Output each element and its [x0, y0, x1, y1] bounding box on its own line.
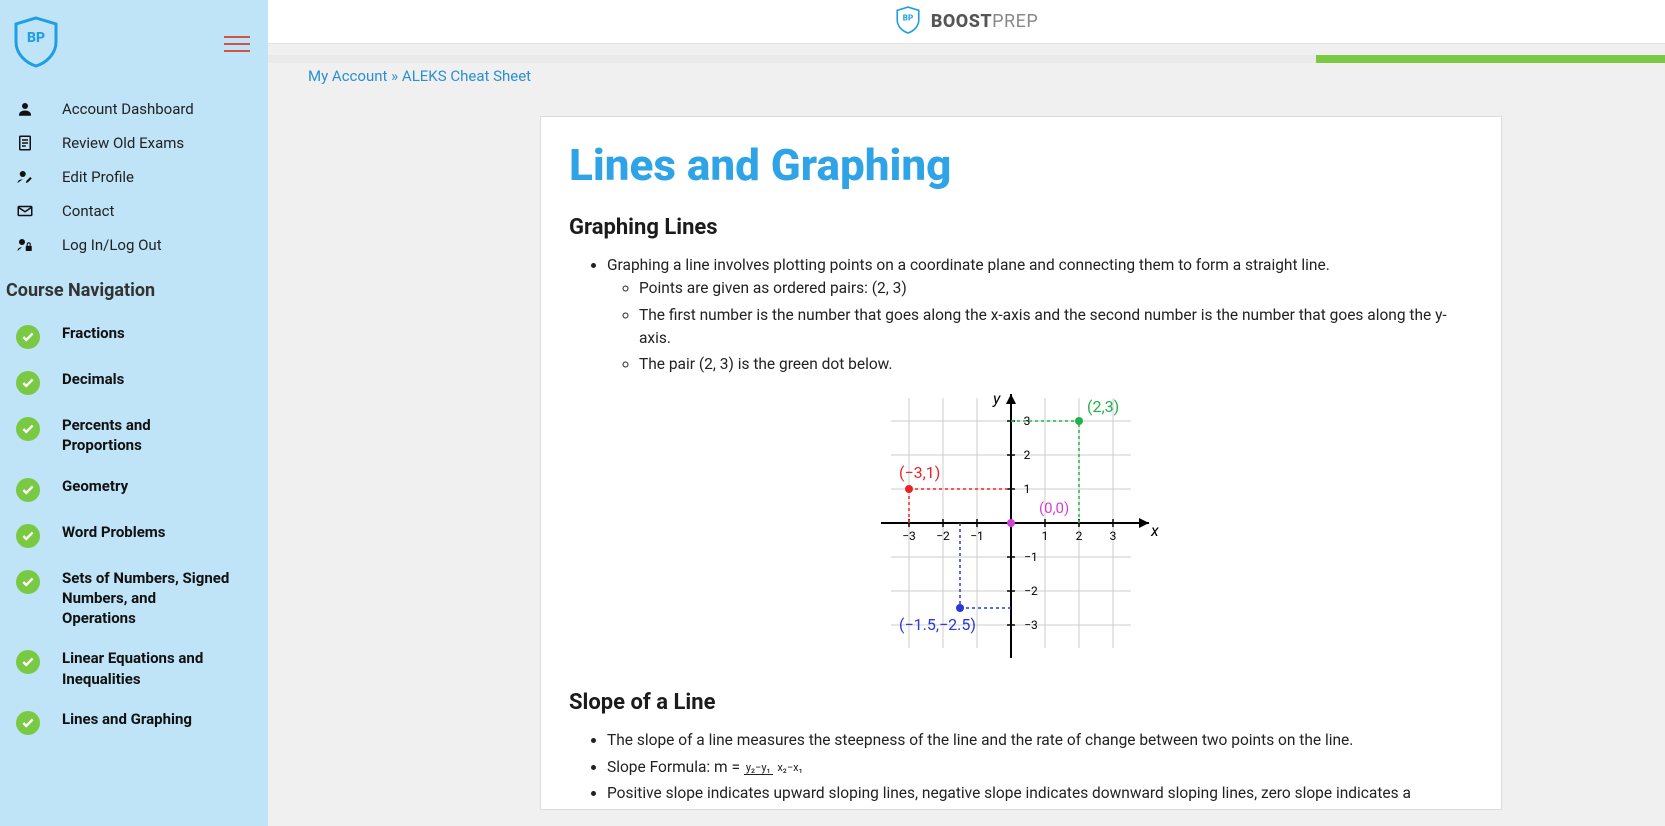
- course-item-fractions[interactable]: Fractions: [0, 313, 268, 359]
- section-heading-graphing-lines: Graphing Lines: [569, 215, 1473, 240]
- check-icon: [16, 711, 40, 735]
- nav-label: Edit Profile: [62, 168, 134, 186]
- check-icon: [16, 650, 40, 674]
- course-label: Sets of Numbers, Signed Numbers, and Ope…: [62, 568, 232, 629]
- brand-prep: PREP: [992, 11, 1038, 32]
- breadcrumb-page[interactable]: ALEKS Cheat Sheet: [402, 67, 531, 85]
- menu-toggle-icon[interactable]: [224, 36, 250, 52]
- x-axis-label: x: [1150, 521, 1159, 540]
- topbar: BP BOOSTPREP: [268, 0, 1665, 44]
- tick: 3: [1110, 529, 1117, 543]
- nav-label: Contact: [62, 202, 114, 220]
- check-icon: [16, 371, 40, 395]
- logo-shield-icon: BP: [12, 16, 60, 72]
- sidebar: BP Account Dashboard Review Old Exams Ed…: [0, 0, 268, 826]
- brand-shield-icon: BP: [895, 6, 921, 38]
- breadcrumb: My Account » ALEKS Cheat Sheet: [308, 67, 531, 85]
- user-lock-icon: [16, 236, 34, 254]
- course-label: Word Problems: [62, 522, 166, 542]
- brand-text: BOOSTPREP: [931, 11, 1038, 32]
- nav-account-dashboard[interactable]: Account Dashboard: [0, 92, 268, 126]
- tick: 1: [1024, 482, 1031, 496]
- course-item-geometry[interactable]: Geometry: [0, 466, 268, 512]
- content-card: Lines and Graphing Graphing Lines Graphi…: [540, 116, 1502, 810]
- y-axis-label: y: [992, 389, 1001, 408]
- check-icon: [16, 325, 40, 349]
- course-item-lines-graphing[interactable]: Lines and Graphing: [0, 699, 268, 745]
- slope-num: y₂−y₁: [744, 761, 773, 775]
- list-item: Positive slope indicates upward sloping …: [607, 782, 1473, 810]
- nav-contact[interactable]: Contact: [0, 194, 268, 228]
- coordinate-graph: x y −3 −2 −1 1 2 3 3 2 1 −1 −2 −3: [569, 388, 1473, 678]
- slope-formula-prefix: Slope Formula: m =: [607, 758, 744, 776]
- tick: 1: [1042, 529, 1049, 543]
- nav-label: Log In/Log Out: [62, 236, 162, 254]
- nav-edit-profile[interactable]: Edit Profile: [0, 160, 268, 194]
- svg-text:BP: BP: [27, 30, 45, 46]
- origin-label: (0,0): [1039, 499, 1069, 517]
- tick: −1: [1024, 550, 1038, 564]
- course-item-word-problems[interactable]: Word Problems: [0, 512, 268, 558]
- course-item-linear-equations[interactable]: Linear Equations and Inequalities: [0, 638, 268, 699]
- check-icon: [16, 417, 40, 441]
- breadcrumb-my-account[interactable]: My Account: [308, 67, 387, 85]
- course-item-decimals[interactable]: Decimals: [0, 359, 268, 405]
- page-title: Lines and Graphing: [569, 139, 1473, 191]
- point-label-red: (−3,1): [899, 463, 940, 482]
- nav-login-logout[interactable]: Log In/Log Out: [0, 228, 268, 262]
- list-item: The slope of a line measures the steepne…: [607, 729, 1473, 752]
- check-icon: [16, 478, 40, 502]
- nav-label: Account Dashboard: [62, 100, 194, 118]
- tick: −1: [970, 529, 984, 543]
- brand-boost: BOOST: [931, 11, 992, 32]
- tick: −3: [902, 529, 916, 543]
- graphing-lines-list: Graphing a line involves plotting points…: [607, 254, 1473, 376]
- nav-label: Review Old Exams: [62, 134, 184, 152]
- slope-formula-fraction: y₂−y₁ x₂−x₁: [744, 762, 805, 773]
- tick: −2: [1024, 584, 1038, 598]
- nav-review-old-exams[interactable]: Review Old Exams: [0, 126, 268, 160]
- list-item: Slope Formula: m = y₂−y₁ x₂−x₁: [607, 756, 1473, 779]
- user-edit-icon: [16, 168, 34, 186]
- envelope-icon: [16, 202, 34, 220]
- breadcrumb-sep: »: [387, 67, 401, 85]
- course-label: Lines and Graphing: [62, 709, 192, 729]
- tick: 2: [1024, 448, 1031, 462]
- slope-list: The slope of a line measures the steepne…: [607, 729, 1473, 810]
- point-label-green: (2,3): [1087, 397, 1119, 416]
- progress-fill: [1316, 55, 1665, 63]
- tick: −2: [936, 529, 950, 543]
- check-icon: [16, 570, 40, 594]
- tick: −3: [1024, 618, 1038, 632]
- course-navigation-heading: Course Navigation: [0, 262, 268, 313]
- course-label: Linear Equations and Inequalities: [62, 648, 232, 689]
- slope-den: x₂−x₁: [775, 761, 804, 774]
- point-label-blue: (−1.5,−2.5): [899, 615, 976, 634]
- svg-text:BP: BP: [903, 13, 913, 22]
- course-item-sets-signed[interactable]: Sets of Numbers, Signed Numbers, and Ope…: [0, 558, 268, 639]
- document-icon: [16, 134, 34, 152]
- sidebar-top: BP: [0, 10, 268, 92]
- brand-logo[interactable]: BP BOOSTPREP: [895, 6, 1038, 38]
- course-label: Decimals: [62, 369, 124, 389]
- tick: 2: [1076, 529, 1083, 543]
- check-icon: [16, 524, 40, 548]
- course-label: Fractions: [62, 323, 125, 343]
- course-item-percents[interactable]: Percents and Proportions: [0, 405, 268, 466]
- list-item: The pair (2, 3) is the green dot below.: [639, 353, 1473, 376]
- list-item: Points are given as ordered pairs: (2, 3…: [639, 277, 1473, 300]
- list-item: Graphing a line involves plotting points…: [607, 254, 1473, 376]
- course-label: Percents and Proportions: [62, 415, 232, 456]
- user-circle-icon: [16, 100, 34, 118]
- progress-bar: [268, 55, 1665, 63]
- list-item: The first number is the number that goes…: [639, 304, 1473, 351]
- course-label: Geometry: [62, 476, 128, 496]
- section-heading-slope: Slope of a Line: [569, 690, 1473, 715]
